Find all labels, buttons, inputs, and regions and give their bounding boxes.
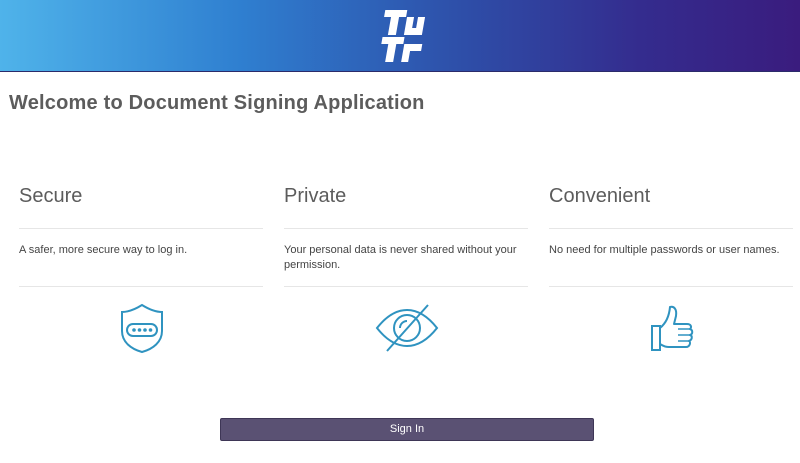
feature-heading: Private: [284, 185, 347, 207]
divider: [284, 286, 528, 287]
tutr-logo-icon: [381, 10, 426, 62]
header-banner: [0, 0, 800, 72]
feature-heading: Convenient: [549, 185, 651, 207]
feature-private: Private Your personal data is never shar…: [284, 180, 528, 352]
page-title: Welcome to Document Signing Application: [9, 92, 425, 114]
eye-slash-icon: [375, 304, 439, 352]
feature-description: Your personal data is never shared witho…: [284, 244, 517, 271]
feature-convenient: Convenient No need for multiple password…: [549, 180, 793, 351]
divider: [19, 286, 263, 287]
shield-password-icon: [121, 303, 163, 354]
feature-heading: Secure: [19, 185, 83, 207]
divider: [549, 286, 793, 287]
thumbs-up-icon: [651, 305, 694, 351]
sign-in-button[interactable]: Sign In: [220, 418, 594, 441]
feature-description: A safer, more secure way to log in.: [19, 244, 188, 256]
feature-secure: Secure A safer, more secure way to log i…: [19, 180, 263, 354]
feature-description: No need for multiple passwords or user n…: [549, 244, 780, 256]
